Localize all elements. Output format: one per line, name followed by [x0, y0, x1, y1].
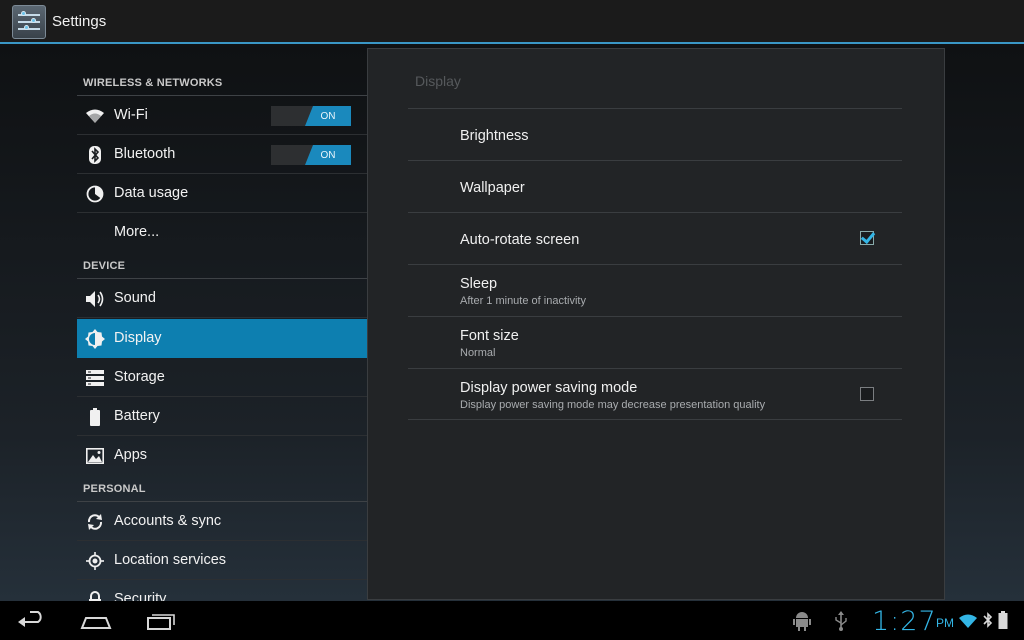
bluetooth-status-icon[interactable] [982, 611, 994, 634]
battery-icon [85, 407, 105, 427]
display-settings-pane: Display Brightness Wallpaper Auto-rotate… [367, 48, 945, 600]
setting-title: Wallpaper [460, 180, 525, 196]
section-header-wireless: WIRELESS & NETWORKS [83, 77, 223, 89]
clock-time[interactable]: 1:27 [872, 606, 937, 637]
setting-summary: After 1 minute of inactivity [460, 295, 586, 307]
sidebar-item-security[interactable]: Security [77, 580, 367, 601]
action-bar: Settings [0, 0, 1024, 44]
sidebar-item-storage[interactable]: Storage [77, 358, 367, 397]
bluetooth-icon [85, 145, 105, 165]
sidebar-item-sound[interactable]: Sound [77, 279, 367, 318]
data-usage-icon [85, 184, 105, 204]
usb-icon[interactable] [834, 611, 848, 636]
storage-icon [85, 368, 105, 388]
wifi-icon [85, 106, 105, 126]
setting-title: Font size [460, 328, 519, 344]
sidebar-item-label: Bluetooth [114, 146, 176, 162]
sidebar-item-label: Security [114, 591, 167, 601]
sync-icon [85, 512, 105, 532]
toggle-on-label: ON [305, 106, 351, 126]
speaker-icon [85, 289, 105, 309]
setting-auto-rotate[interactable]: Auto-rotate screen [408, 212, 902, 264]
sidebar-item-bluetooth[interactable]: Bluetooth ON [77, 135, 367, 174]
setting-summary: Normal [460, 347, 496, 359]
setting-summary: Display power saving mode may decrease p… [460, 399, 766, 411]
sidebar-item-label: Storage [114, 369, 165, 385]
home-button[interactable] [80, 610, 114, 632]
back-icon [18, 611, 42, 627]
sidebar-item-battery[interactable]: Battery [77, 397, 367, 436]
setting-brightness[interactable]: Brightness [408, 108, 902, 160]
sidebar-item-more[interactable]: More... [77, 213, 367, 252]
setting-title: Display power saving mode [460, 380, 638, 396]
wifi-toggle[interactable]: ON [271, 106, 351, 126]
sidebar-item-label: Apps [114, 447, 148, 463]
home-icon [80, 617, 112, 629]
clock-ampm: PM [936, 616, 954, 630]
brightness-icon [85, 329, 105, 349]
system-bar: 1:27 PM [0, 601, 1024, 640]
sidebar-item-label: Accounts & sync [114, 513, 222, 529]
sidebar-item-wifi[interactable]: Wi-Fi ON [77, 96, 367, 135]
settings-headers-list[interactable]: WIRELESS & NETWORKS Wi-Fi ON Bluetooth O… [77, 46, 367, 601]
wifi-signal-icon[interactable] [958, 613, 978, 634]
sidebar-item-label: Sound [114, 290, 156, 306]
android-debug-icon[interactable] [793, 611, 811, 636]
setting-wallpaper[interactable]: Wallpaper [408, 160, 902, 212]
section-header-device: DEVICE [83, 260, 126, 272]
sidebar-item-label: Display [114, 330, 162, 346]
sidebar-item-label: Data usage [114, 185, 189, 201]
setting-title: Auto-rotate screen [460, 232, 580, 248]
toggle-on-label: ON [305, 145, 351, 165]
recent-apps-icon [147, 614, 175, 630]
settings-app-icon[interactable] [12, 5, 46, 39]
back-button[interactable] [16, 610, 50, 632]
location-icon [85, 551, 105, 571]
app-title: Settings [52, 13, 107, 30]
setting-title: Sleep [460, 276, 498, 292]
setting-font-size[interactable]: Font size Normal [408, 316, 902, 368]
sidebar-item-data-usage[interactable]: Data usage [77, 174, 367, 213]
sidebar-item-label: More... [114, 224, 160, 240]
sidebar-item-accounts-sync[interactable]: Accounts & sync [77, 502, 367, 541]
setting-title: Brightness [460, 128, 529, 144]
apps-icon [85, 446, 105, 466]
section-header-personal: PERSONAL [83, 483, 146, 495]
sidebar-item-apps[interactable]: Apps [77, 436, 367, 475]
bluetooth-toggle[interactable]: ON [271, 145, 351, 165]
recent-apps-button[interactable] [144, 610, 178, 632]
pane-title: Display [415, 73, 461, 89]
sidebar-item-label: Wi-Fi [114, 107, 148, 123]
auto-rotate-checkbox[interactable] [860, 231, 874, 245]
sidebar-item-label: Location services [114, 552, 227, 568]
setting-sleep[interactable]: Sleep After 1 minute of inactivity [408, 264, 902, 316]
sidebar-item-display[interactable]: Display [77, 319, 367, 358]
sidebar-item-label: Battery [114, 408, 160, 424]
sidebar-item-location[interactable]: Location services [77, 541, 367, 580]
setting-power-saving[interactable]: Display power saving mode Display power … [408, 368, 902, 420]
battery-status-icon[interactable] [998, 611, 1008, 634]
lock-icon [85, 590, 105, 601]
power-saving-checkbox[interactable] [860, 387, 874, 401]
